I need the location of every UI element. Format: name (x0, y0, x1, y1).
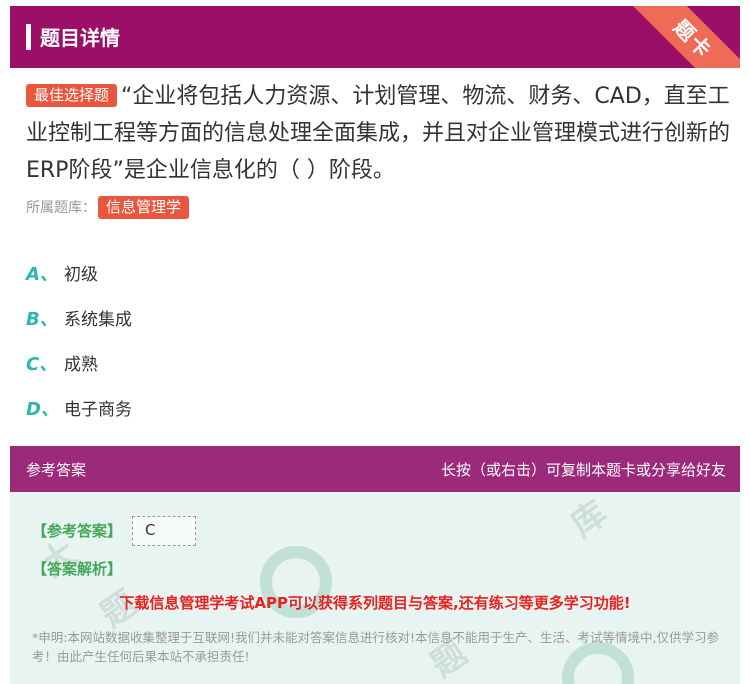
reference-answer-value[interactable]: C (132, 516, 196, 546)
question-stem: 最佳选择题 “企业将包括人力资源、计划管理、物流、财务、CAD，直至工业控制工程等… (26, 78, 730, 189)
option-letter: A、 (26, 263, 58, 285)
option-c[interactable]: C、 成熟 (26, 340, 132, 385)
option-b[interactable]: B、 系统集成 (26, 295, 132, 340)
option-letter: B、 (26, 308, 58, 330)
option-text: 初级 (64, 265, 98, 285)
page-title: 题目详情 (40, 26, 120, 50)
download-app-promo[interactable]: 下载信息管理学考试APP可以获得系列题目与答案,还有练习等更多学习功能! (10, 592, 740, 613)
question-text: “企业将包括人力资源、计划管理、物流、财务、CAD，直至工业控制工程等方面的信息… (26, 84, 731, 183)
title-accent-bar (26, 24, 31, 50)
share-hint: 长按（或右击）可复制本题卡或分享给好友 (440, 461, 726, 479)
reference-answer-label: 【参考答案】 (32, 522, 123, 540)
option-letter: D、 (26, 398, 59, 420)
option-text: 成熟 (64, 355, 98, 375)
option-text: 电子商务 (64, 400, 132, 420)
watermark-glyph: 库 (563, 493, 615, 546)
question-source: 所属题库： 信息管理学 (26, 196, 193, 219)
answer-panel: 大 题 库 题 【参考答案】 C 【答案解析】 下载信息管理学考试APP可以获得… (10, 492, 740, 684)
ribbon-label: 题卡 (630, 6, 740, 68)
source-label: 所属题库： (26, 200, 96, 216)
header-bar: 题目详情 题卡 (10, 6, 740, 68)
answer-section-title: 参考答案 (26, 461, 87, 479)
disclaimer-text: *申明:本网站数据收集整理于互联网!我们并未能对答案信息进行核对!本信息不能用于… (32, 630, 719, 664)
question-bank-tag[interactable]: 信息管理学 (98, 196, 190, 219)
option-letter: C、 (26, 353, 58, 375)
question-type-tag: 最佳选择题 (26, 84, 118, 107)
option-d[interactable]: D、 电子商务 (26, 385, 132, 430)
options-list: A、 初级 B、 系统集成 C、 成熟 D、 电子商务 (26, 250, 132, 430)
analysis-label: 【答案解析】 (32, 560, 123, 578)
answer-section-header: 参考答案 长按（或右击）可复制本题卡或分享给好友 (10, 446, 740, 492)
corner-ribbon: 题卡 (630, 6, 740, 68)
option-text: 系统集成 (64, 310, 132, 330)
option-a[interactable]: A、 初级 (26, 250, 132, 295)
